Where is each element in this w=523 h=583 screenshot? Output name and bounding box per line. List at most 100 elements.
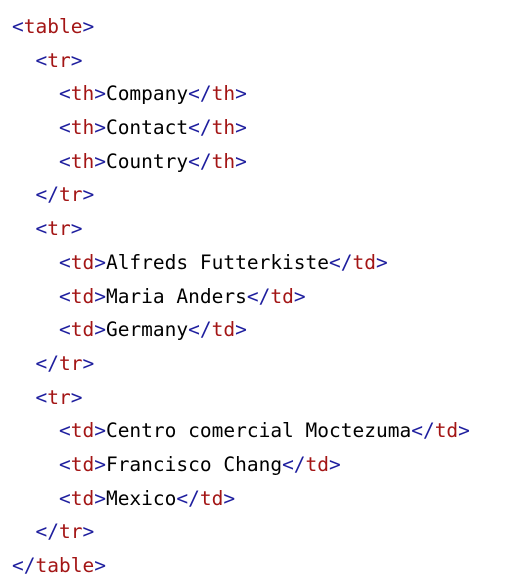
angle-bracket: </ (282, 452, 306, 476)
angle-bracket: < (58, 82, 71, 106)
tag-name: td (211, 318, 236, 342)
angle-bracket: > (94, 452, 106, 476)
code-line: <td>Francisco Chang</td> (12, 448, 523, 482)
html-code-block: <table> <tr> <th>Company</th> <th>Contac… (12, 10, 523, 583)
angle-bracket: < (35, 217, 48, 241)
angle-bracket: </ (188, 149, 212, 173)
angle-bracket: > (70, 385, 83, 409)
code-line: </table> (12, 549, 523, 583)
angle-bracket: </ (329, 250, 353, 274)
tag-name: th (211, 82, 236, 106)
code-line: <td>Mexico</td> (12, 482, 523, 516)
angle-bracket: > (70, 48, 83, 72)
tag-name: th (211, 116, 236, 140)
angle-bracket: < (58, 284, 71, 308)
tag-name: tr (58, 183, 83, 207)
angle-bracket: </ (35, 183, 59, 207)
cell-text: Alfreds Futterkiste (105, 250, 330, 274)
angle-bracket: </ (188, 82, 212, 106)
tag-name: table (35, 554, 95, 577)
code-line: <th>Company</th> (12, 77, 523, 111)
code-line: <table> (12, 10, 523, 44)
angle-bracket: < (58, 419, 71, 443)
tag-name: tr (47, 385, 71, 409)
cell-text: Maria Anders (105, 284, 247, 308)
code-line: <td>Centro comercial Moctezuma</td> (12, 414, 523, 448)
cell-text: Francisco Chang (105, 452, 283, 476)
angle-bracket: > (223, 486, 236, 510)
code-line: </tr> (12, 178, 523, 212)
code-line: </tr> (12, 515, 523, 549)
tag-name: th (70, 116, 95, 140)
tag-name: th (70, 82, 95, 106)
tag-name: tr (58, 351, 83, 375)
code-line: <td>Germany</td> (12, 313, 523, 347)
angle-bracket: </ (35, 520, 59, 544)
angle-bracket: < (58, 250, 71, 274)
code-line: <tr> (12, 44, 523, 78)
angle-bracket: < (58, 149, 71, 173)
angle-bracket: > (329, 452, 341, 476)
tag-name: td (270, 284, 294, 308)
tag-name: tr (58, 520, 83, 544)
angle-bracket: > (94, 284, 106, 308)
tag-name: td (305, 452, 330, 476)
code-line: <td>Maria Anders</td> (12, 280, 523, 314)
tag-name: tr (47, 217, 71, 241)
angle-bracket: </ (12, 554, 36, 577)
cell-text: Country (105, 149, 189, 173)
angle-bracket: > (94, 554, 106, 577)
angle-bracket: < (12, 15, 24, 38)
tag-name: th (70, 149, 95, 173)
tag-name: table (23, 15, 83, 38)
cell-text: Germany (105, 318, 189, 342)
angle-bracket: > (70, 217, 83, 241)
code-line: <th>Contact</th> (12, 111, 523, 145)
tag-name: tr (47, 48, 71, 72)
tag-name: td (70, 486, 95, 510)
code-line: <tr> (12, 381, 523, 415)
angle-bracket: < (35, 385, 48, 409)
cell-text: Company (105, 82, 189, 106)
angle-bracket: > (94, 149, 106, 173)
tag-name: td (70, 284, 95, 308)
angle-bracket: < (35, 48, 48, 72)
angle-bracket: > (458, 419, 470, 443)
cell-text: Mexico (105, 486, 177, 510)
angle-bracket: </ (176, 486, 200, 510)
angle-bracket: > (94, 486, 106, 510)
angle-bracket: > (94, 318, 106, 342)
angle-bracket: > (82, 183, 95, 207)
tag-name: td (70, 419, 95, 443)
code-line: <tr> (12, 212, 523, 246)
angle-bracket: > (94, 250, 106, 274)
angle-bracket: > (82, 351, 95, 375)
tag-name: td (434, 419, 459, 443)
tag-name: th (211, 149, 236, 173)
angle-bracket: < (58, 318, 71, 342)
code-line: <th>Country</th> (12, 145, 523, 179)
angle-bracket: > (235, 116, 247, 140)
cell-text: Contact (105, 116, 189, 140)
angle-bracket: > (82, 15, 95, 38)
angle-bracket: </ (35, 351, 59, 375)
angle-bracket: > (94, 116, 106, 140)
tag-name: td (70, 452, 95, 476)
angle-bracket: < (58, 452, 71, 476)
angle-bracket: </ (246, 284, 271, 308)
angle-bracket: > (375, 250, 388, 274)
angle-bracket: > (235, 318, 247, 342)
code-line: </tr> (12, 347, 523, 381)
angle-bracket: > (94, 82, 106, 106)
angle-bracket: < (58, 116, 71, 140)
angle-bracket: > (82, 520, 95, 544)
tag-name: td (352, 250, 376, 274)
code-line: <td>Alfreds Futterkiste</td> (12, 246, 523, 280)
angle-bracket: > (235, 149, 247, 173)
angle-bracket: > (94, 419, 106, 443)
angle-bracket: </ (411, 419, 435, 443)
angle-bracket: </ (188, 116, 212, 140)
tag-name: td (70, 318, 95, 342)
cell-text: Centro comercial Moctezuma (105, 419, 412, 443)
angle-bracket: > (293, 284, 306, 308)
